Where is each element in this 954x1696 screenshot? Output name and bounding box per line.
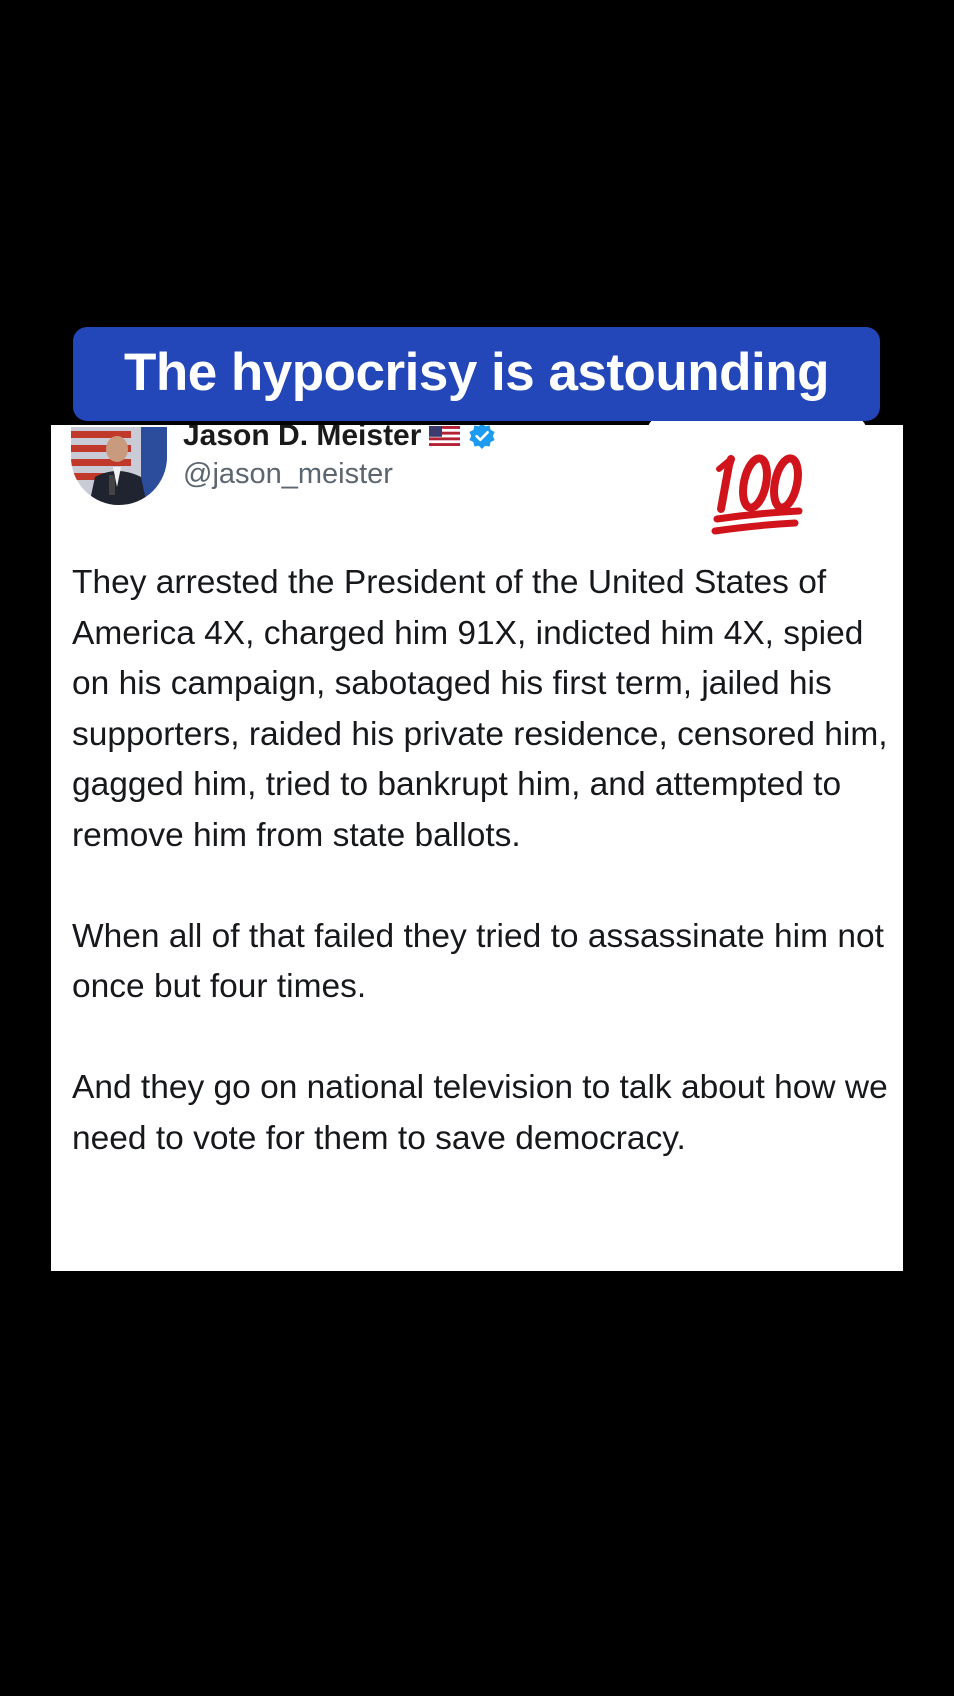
tweet-paragraph-1: They arrested the President of the Unite…: [72, 564, 888, 854]
tweet-body: They arrested the President of the Unite…: [72, 558, 892, 1164]
author-display-name[interactable]: Jason D. Meister: [183, 425, 421, 453]
us-flag-icon: [429, 426, 461, 446]
caption-text: The hypocrisy is astounding: [123, 342, 830, 402]
caption-banner: The hypocrisy is astounding: [73, 327, 880, 421]
verified-badge-icon: [469, 425, 496, 449]
tweet-card: Jason D. Meister @jason_meister They arr…: [51, 425, 903, 1271]
avatar[interactable]: [71, 427, 167, 505]
hundred-points-icon: [711, 454, 803, 535]
tweet-paragraph-3: And they go on national television to ta…: [72, 1069, 888, 1157]
tweet-paragraph-2: When all of that failed they tried to as…: [72, 917, 884, 1006]
author-handle[interactable]: @jason_meister: [183, 458, 393, 491]
avatar-photo: [71, 427, 167, 505]
author-name-row[interactable]: Jason D. Meister: [183, 425, 496, 453]
